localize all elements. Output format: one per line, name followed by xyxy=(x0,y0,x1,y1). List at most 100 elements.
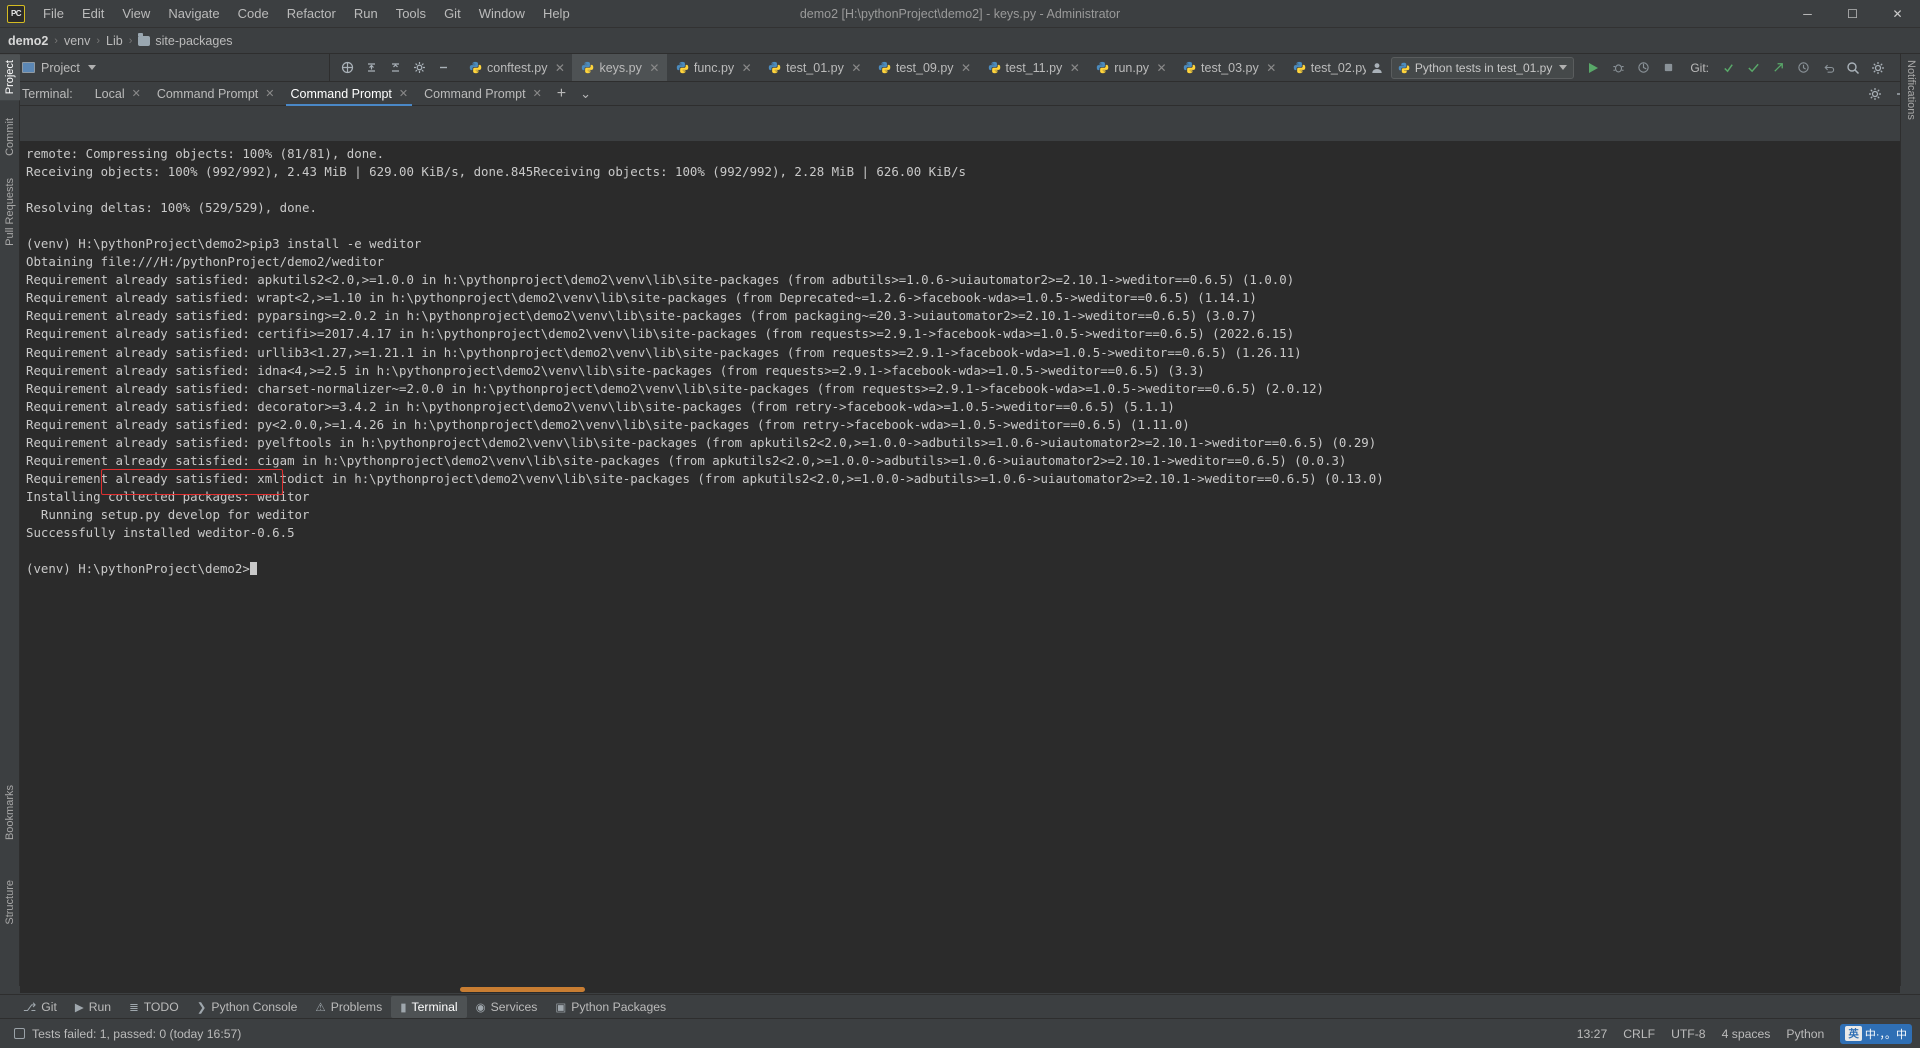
close-icon[interactable]: ✕ xyxy=(265,87,274,100)
terminal-tab-local[interactable]: Local ✕ xyxy=(87,82,149,106)
close-icon[interactable]: ✕ xyxy=(961,61,972,75)
git-history-icon[interactable] xyxy=(1792,57,1814,79)
run-coverage-button[interactable] xyxy=(1632,57,1654,79)
terminal-tab-command-prompt-2[interactable]: Command Prompt ✕ xyxy=(282,82,416,106)
terminal-horizontal-scrollbar[interactable] xyxy=(20,986,1900,993)
menu-item-refactor[interactable]: Refactor xyxy=(278,0,345,27)
scrollbar-thumb[interactable] xyxy=(460,987,585,992)
settings-gear-icon[interactable] xyxy=(408,57,430,79)
menu-item-git[interactable]: Git xyxy=(435,0,470,27)
editor-tab-test11[interactable]: test_11.py ✕ xyxy=(979,54,1088,81)
git-push-icon[interactable] xyxy=(1767,57,1789,79)
close-icon[interactable]: ✕ xyxy=(399,87,408,100)
menu-item-run[interactable]: Run xyxy=(345,0,387,27)
settings-gear-icon[interactable] xyxy=(1864,83,1886,105)
close-icon[interactable]: ✕ xyxy=(554,61,565,75)
tool-window-terminal[interactable]: ▮ Terminal xyxy=(391,996,466,1018)
menu-item-help[interactable]: Help xyxy=(534,0,579,27)
editor-tab-conftest[interactable]: conftest.py ✕ xyxy=(460,54,572,81)
terminal-line: Requirement already satisfied: py<2.0.0,… xyxy=(26,416,1900,434)
tool-window-services[interactable]: ◉ Services xyxy=(467,996,547,1018)
sidebar-item-pull-requests[interactable]: Pull Requests xyxy=(0,172,20,252)
editor-tab-test02[interactable]: test_02.py ✕ xyxy=(1284,54,1366,81)
hide-panel-icon[interactable] xyxy=(432,57,454,79)
git-update-icon[interactable] xyxy=(1717,57,1739,79)
close-icon[interactable]: ✕ xyxy=(1156,61,1167,75)
sidebar-item-structure[interactable]: Structure xyxy=(0,874,20,931)
git-commit-icon[interactable] xyxy=(1742,57,1764,79)
menu-item-navigate[interactable]: Navigate xyxy=(159,0,228,27)
git-rollback-icon[interactable] xyxy=(1817,57,1839,79)
close-icon[interactable]: ✕ xyxy=(132,87,141,100)
status-encoding[interactable]: UTF-8 xyxy=(1671,1027,1706,1041)
sidebar-item-project[interactable]: Project xyxy=(0,54,20,100)
terminal-tab-command-prompt-1[interactable]: Command Prompt ✕ xyxy=(149,82,283,106)
tool-window-todo[interactable]: ≣ TODO xyxy=(120,996,188,1018)
debug-button[interactable] xyxy=(1607,57,1629,79)
status-line-separator[interactable]: CRLF xyxy=(1623,1027,1655,1041)
editor-tab-func[interactable]: func.py ✕ xyxy=(667,54,759,81)
locate-icon[interactable] xyxy=(336,57,358,79)
menu-item-window[interactable]: Window xyxy=(470,0,534,27)
chevron-down-icon[interactable] xyxy=(88,65,96,70)
run-configuration-selector[interactable]: Python tests in test_01.py xyxy=(1391,57,1574,79)
close-icon[interactable]: ✕ xyxy=(533,87,542,100)
close-icon[interactable]: ✕ xyxy=(1069,61,1080,75)
menu-item-view[interactable]: View xyxy=(113,0,159,27)
editor-tab-label: test_11.py xyxy=(1006,61,1063,75)
close-icon[interactable]: ✕ xyxy=(851,61,862,75)
project-tool-header[interactable]: Project xyxy=(0,54,330,81)
editor-tab-run[interactable]: run.py ✕ xyxy=(1087,54,1174,81)
status-message: Tests failed: 1, passed: 0 (today 16:57) xyxy=(32,1027,241,1041)
menu-item-edit[interactable]: Edit xyxy=(73,0,113,27)
tool-window-git[interactable]: ⎇ Git xyxy=(14,996,66,1018)
sidebar-item-commit[interactable]: Commit xyxy=(0,112,20,162)
tool-window-run[interactable]: ▶ Run xyxy=(66,996,120,1018)
ime-language-label: 英 xyxy=(1845,1026,1862,1041)
user-account-icon[interactable] xyxy=(1366,57,1388,79)
stop-button[interactable] xyxy=(1657,57,1679,79)
expand-all-icon[interactable] xyxy=(384,57,406,79)
chevron-down-icon[interactable] xyxy=(1559,65,1567,70)
editor-tab-test01[interactable]: test_01.py ✕ xyxy=(759,54,869,81)
editor-tab-test03[interactable]: test_03.py ✕ xyxy=(1174,54,1284,81)
close-icon[interactable]: ✕ xyxy=(1266,61,1277,75)
close-icon[interactable]: ✕ xyxy=(741,61,752,75)
editor-tab-keys[interactable]: keys.py ✕ xyxy=(572,54,666,81)
new-terminal-tab-button[interactable]: + xyxy=(550,85,573,103)
file-url-link[interactable]: file:///H:/pythonProject/demo2/weditor xyxy=(101,254,384,269)
breadcrumb-item-venv[interactable]: venv xyxy=(64,34,90,48)
close-button[interactable]: ✕ xyxy=(1875,0,1920,28)
sidebar-item-bookmarks[interactable]: Bookmarks xyxy=(0,779,20,846)
menu-item-tools[interactable]: Tools xyxy=(387,0,435,27)
terminal-output[interactable]: remote: Compressing objects: 100% (81/81… xyxy=(20,141,1900,986)
status-indent[interactable]: 4 spaces xyxy=(1722,1027,1771,1041)
editor-tab-test09[interactable]: test_09.py ✕ xyxy=(869,54,979,81)
menu-item-file[interactable]: File xyxy=(34,0,73,27)
chevron-down-icon[interactable]: ⌄ xyxy=(573,86,598,102)
menu-item-code[interactable]: Code xyxy=(229,0,278,27)
tool-window-problems[interactable]: ⚠ Problems xyxy=(306,996,391,1018)
terminal-line: Requirement already satisfied: idna<4,>=… xyxy=(26,362,1900,380)
tool-window-label: Problems xyxy=(331,1000,382,1014)
terminal-tab-command-prompt-3[interactable]: Command Prompt ✕ xyxy=(416,82,550,106)
breadcrumb-item-lib[interactable]: Lib xyxy=(106,34,123,48)
run-button[interactable] xyxy=(1582,57,1604,79)
breadcrumb-separator: › xyxy=(129,35,133,47)
terminal-line: Requirement already satisfied: urllib3<1… xyxy=(26,344,1900,362)
settings-gear-icon[interactable] xyxy=(1867,57,1889,79)
breadcrumb-item-demo2[interactable]: demo2 xyxy=(8,34,48,48)
maximize-button[interactable]: ☐ xyxy=(1830,0,1875,28)
collapse-all-icon[interactable] xyxy=(360,57,382,79)
minimize-button[interactable]: ─ xyxy=(1785,0,1830,28)
tool-window-python-packages[interactable]: ▣ Python Packages xyxy=(546,996,675,1018)
status-interpreter[interactable]: Python xyxy=(1786,1027,1824,1041)
package-icon: ▣ xyxy=(555,1000,566,1014)
close-icon[interactable]: ✕ xyxy=(649,61,660,75)
terminal-blank-line xyxy=(26,217,1900,235)
ime-indicator[interactable]: 英 中·，。中 xyxy=(1840,1024,1912,1044)
sidebar-item-notifications[interactable]: Notifications xyxy=(1901,54,1920,126)
breadcrumb-item-site-packages[interactable]: site-packages xyxy=(138,34,232,48)
tool-window-python-console[interactable]: ❯ Python Console xyxy=(188,996,307,1018)
search-icon[interactable] xyxy=(1842,57,1864,79)
